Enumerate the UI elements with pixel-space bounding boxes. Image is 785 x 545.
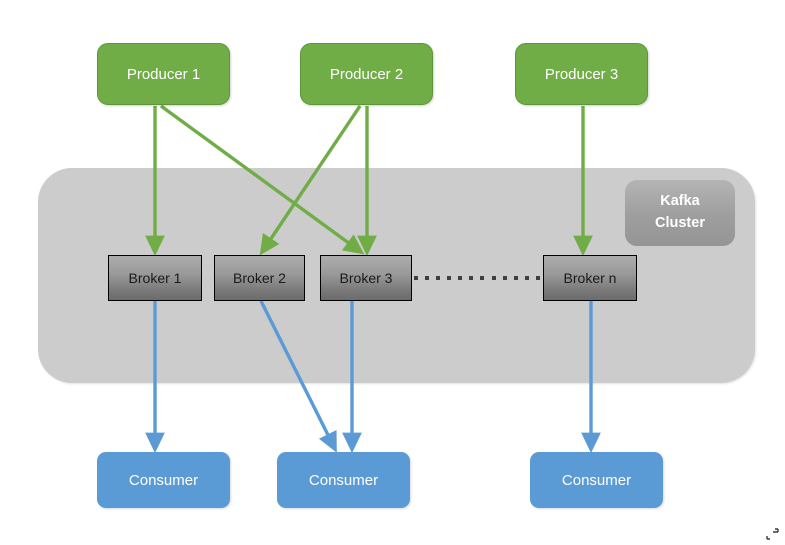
broker-box-3[interactable]: Broker 3 (320, 255, 412, 301)
broker-ellipsis-dots (414, 274, 540, 282)
kafka-architecture-diagram: Kafka Cluster Producer 1 Producer 2 Prod… (0, 0, 785, 545)
producer-label-1: Producer 1 (126, 65, 201, 83)
broker-label-2: Broker 2 (233, 270, 286, 286)
consumer-label-2: Consumer (308, 471, 379, 489)
broker-label-1: Broker 1 (128, 270, 182, 286)
consumer-box-3[interactable]: Consumer (530, 452, 663, 508)
ellipsis-dot (414, 276, 418, 280)
broker-box-1[interactable]: Broker 1 (108, 255, 202, 301)
ellipsis-dot (524, 276, 529, 280)
broker-box-2[interactable]: Broker 2 (214, 255, 305, 301)
ellipsis-dot (535, 276, 540, 280)
producer-label-3: Producer 3 (544, 65, 619, 83)
ellipsis-dot (480, 276, 485, 280)
ellipsis-dot (436, 276, 441, 280)
ellipsis-dot (491, 276, 496, 280)
ellipsis-dot (425, 276, 430, 280)
ellipsis-dot (513, 276, 518, 280)
broker-label-3: Broker 3 (339, 270, 393, 286)
broker-box-n[interactable]: Broker n (543, 255, 637, 301)
consumer-label-1: Consumer (128, 471, 199, 489)
ellipsis-dot (502, 276, 507, 280)
producer-box-3[interactable]: Producer 3 (515, 43, 648, 105)
kafka-cluster-badge: Kafka Cluster (625, 180, 735, 246)
kafka-cluster-badge-line1: Kafka (660, 193, 700, 210)
consumer-box-2[interactable]: Consumer (277, 452, 410, 508)
producer-box-2[interactable]: Producer 2 (300, 43, 433, 105)
kafka-cluster-badge-line2: Cluster (655, 215, 705, 231)
ellipsis-dot (447, 276, 452, 280)
ellipsis-dot (469, 276, 474, 280)
consumer-label-3: Consumer (561, 471, 632, 489)
consumer-box-1[interactable]: Consumer (97, 452, 230, 508)
resize-handle-icon (766, 528, 779, 540)
broker-label-n: Broker n (563, 270, 617, 286)
ellipsis-dot (458, 276, 463, 280)
producer-box-1[interactable]: Producer 1 (97, 43, 230, 105)
producer-label-2: Producer 2 (329, 65, 404, 83)
